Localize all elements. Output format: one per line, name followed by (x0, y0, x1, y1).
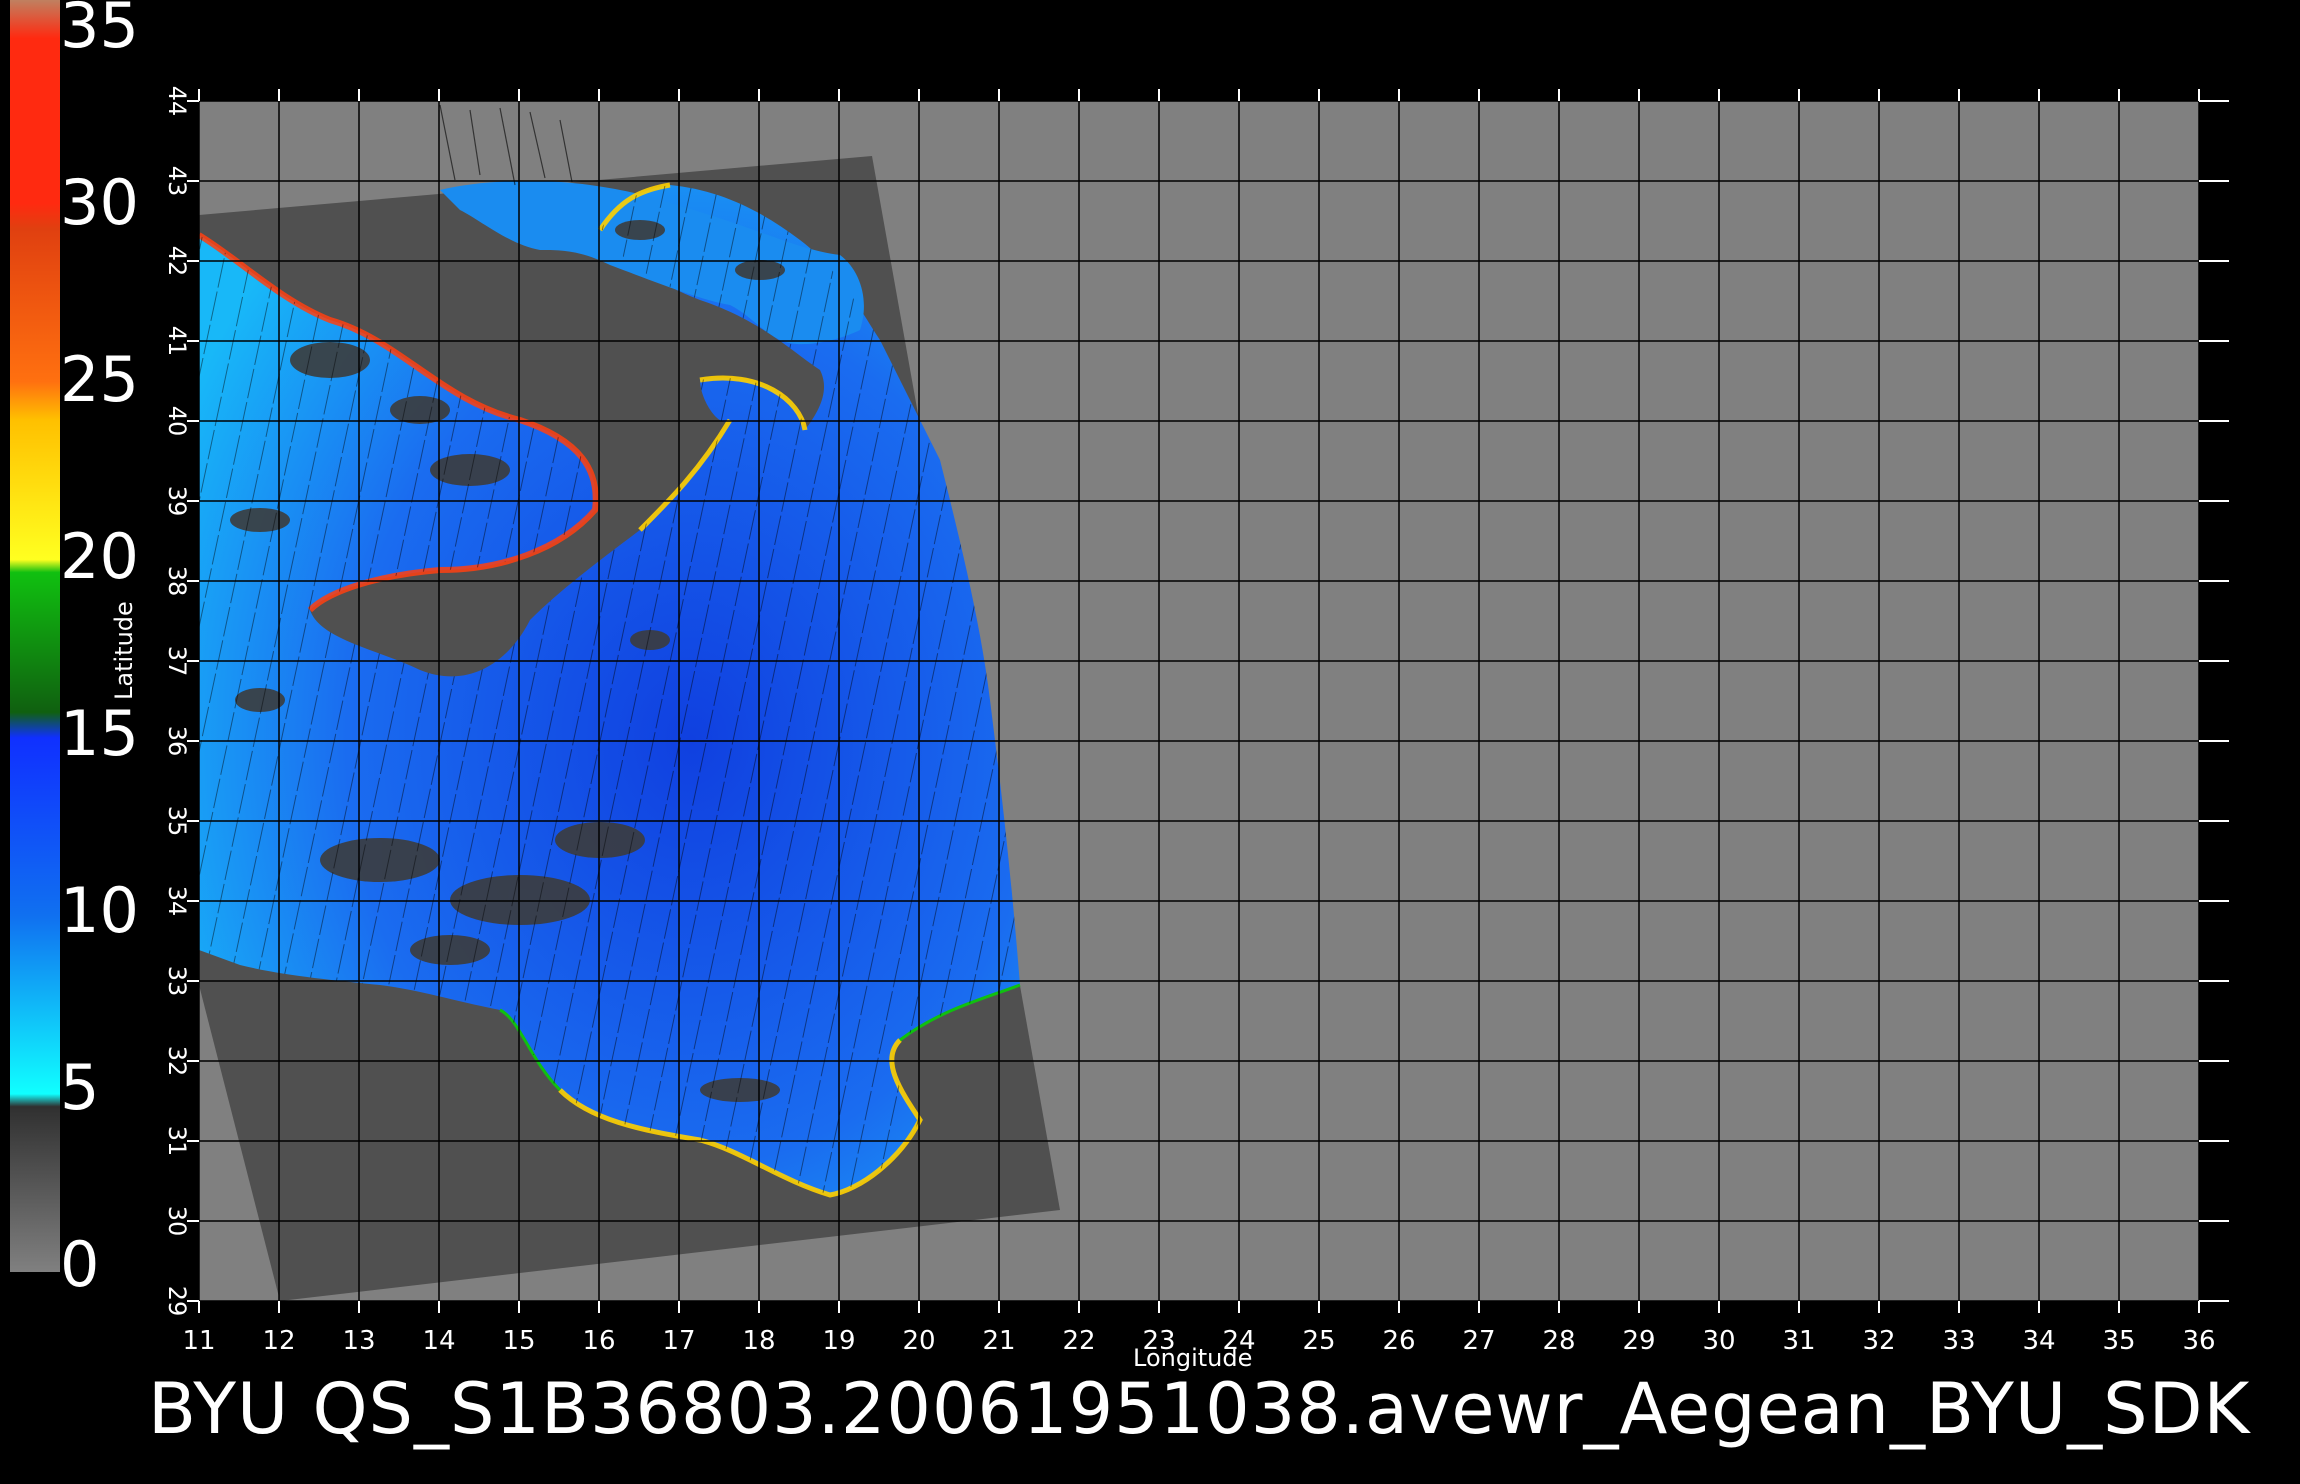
y-tick-label: 31 (163, 1126, 191, 1157)
x-tick-label: 16 (582, 1326, 615, 1356)
colorbar-label: 20 (60, 520, 139, 593)
image-title: BYU QS_S1B36803.20061951038.avewr_Aegean… (148, 1368, 2251, 1450)
y-tick-label: 35 (163, 806, 191, 837)
x-tick-label: 14 (422, 1326, 455, 1356)
x-tick-label: 36 (2182, 1326, 2215, 1356)
x-tick-label: 12 (262, 1326, 295, 1356)
x-tick-label: 27 (1462, 1326, 1495, 1356)
y-tick-label: 44 (163, 86, 191, 117)
colorbar-label: 15 (60, 697, 139, 770)
y-tick-label: 33 (163, 966, 191, 997)
map-stage: 11 12 13 14 15 16 17 18 19 20 21 22 23 24 25 26 27 28 29 30… (0, 0, 2300, 1480)
y-tick-label: 32 (163, 1046, 191, 1077)
x-tick-label: 31 (1782, 1326, 1815, 1356)
colorbar-label: 25 (60, 343, 139, 416)
x-tick-label: 35 (2102, 1326, 2135, 1356)
y-tick-label: 34 (163, 886, 191, 917)
x-tick-label: 25 (1302, 1326, 1335, 1356)
x-tick-label: 26 (1382, 1326, 1415, 1356)
x-tick-label: 15 (502, 1326, 535, 1356)
x-tick-label: 32 (1862, 1326, 1895, 1356)
colorbar-label: 10 (60, 874, 139, 947)
y-tick-label: 36 (163, 726, 191, 757)
y-tick-label: 41 (163, 326, 191, 357)
x-tick-label: 19 (822, 1326, 855, 1356)
x-tick-label: 33 (1942, 1326, 1975, 1356)
x-tick-label: 13 (342, 1326, 375, 1356)
wind-speed-map: 11 12 13 14 15 16 17 18 19 20 21 22 23 24 25 26 27 28 29 30… (10, 0, 2229, 1356)
colorbar-label: 0 (60, 1228, 100, 1301)
colorbar-label: 30 (60, 166, 139, 239)
y-tick-label: 42 (163, 246, 191, 277)
y-tick-label: 40 (163, 406, 191, 437)
x-tick-label: 22 (1062, 1326, 1095, 1356)
y-tick-label: 43 (163, 166, 191, 197)
y-tick-label: 39 (163, 486, 191, 517)
colorbar-scale (10, 0, 60, 1272)
x-tick-label: 20 (902, 1326, 935, 1356)
x-tick-label: 21 (982, 1326, 1015, 1356)
colorbar-label: 5 (60, 1051, 100, 1124)
x-tick-label: 17 (662, 1326, 695, 1356)
x-tick-label: 34 (2022, 1326, 2055, 1356)
x-tick-label: 11 (182, 1326, 215, 1356)
x-tick-label: 28 (1542, 1326, 1575, 1356)
y-axis-label: Latitude (110, 601, 138, 700)
y-tick-label: 30 (163, 1206, 191, 1237)
x-tick-label: 29 (1622, 1326, 1655, 1356)
colorbar (10, 0, 60, 1272)
y-tick-label: 38 (163, 566, 191, 597)
x-tick-label: 30 (1702, 1326, 1735, 1356)
y-tick-label: 29 (163, 1286, 191, 1317)
y-tick-label: 37 (163, 646, 191, 677)
x-tick-label: 18 (742, 1326, 775, 1356)
colorbar-label: 35 (60, 0, 139, 62)
